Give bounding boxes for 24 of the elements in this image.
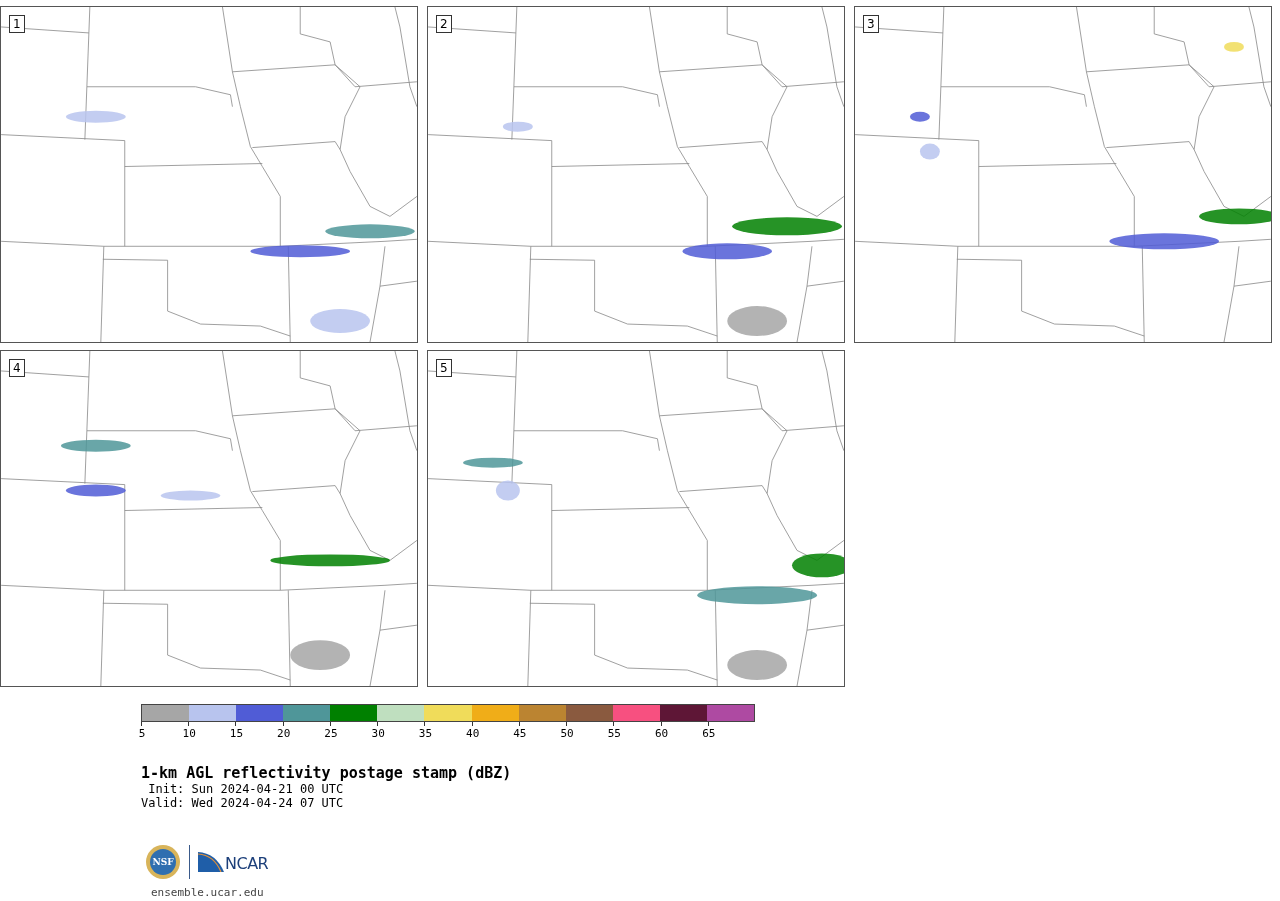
tick-label: 10 <box>182 727 196 740</box>
tick-label: 5 <box>138 727 146 740</box>
tick-label: 55 <box>607 727 621 740</box>
ncar-logo: NCAR <box>198 852 269 872</box>
tick-label: 40 <box>466 727 480 740</box>
panel-number: 3 <box>863 15 879 33</box>
tick-label: 30 <box>371 727 385 740</box>
tick-label: 50 <box>560 727 574 740</box>
tick-label: 20 <box>277 727 291 740</box>
tick-label: 45 <box>513 727 527 740</box>
website-url: ensemble.ucar.edu <box>151 886 265 899</box>
tick-label: 65 <box>702 727 716 740</box>
panel-number: 4 <box>9 359 25 377</box>
tick-label: 15 <box>229 727 244 740</box>
init-time: Init: Sun 2024-04-21 00 UTC <box>147 782 345 796</box>
tick-label: 60 <box>654 727 669 740</box>
panel-number: 5 <box>436 359 452 377</box>
valid-time: Valid: Wed 2024-04-24 07 UTC <box>141 796 345 810</box>
chart-title: 1-km AGL reflectivity postage stamp (dBZ) <box>141 764 513 782</box>
panel-number: 1 <box>9 15 25 33</box>
tick-label: 35 <box>418 727 433 740</box>
panel-number: 2 <box>436 15 452 33</box>
nsf-logo: NSF <box>145 844 181 880</box>
tick-label: 25 <box>324 727 338 740</box>
